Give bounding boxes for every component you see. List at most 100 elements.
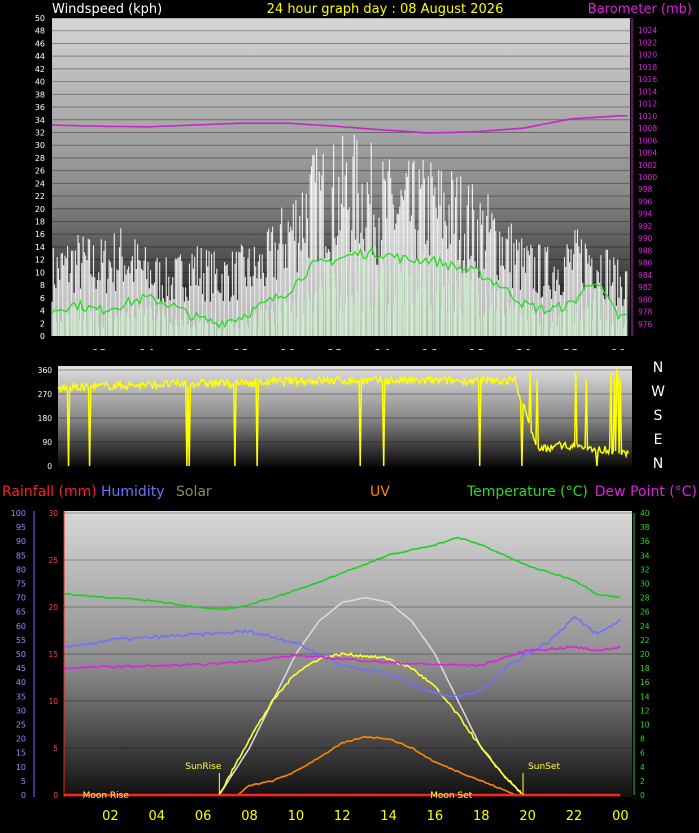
temperature-y-tick-label: 26 [640,608,650,617]
x-tick-label: 00 [612,809,629,824]
legend-dewpoint: Dew Point (°C) [595,484,697,500]
bottom-legend: Rainfall (mm) Humidity Solar UV Temperat… [2,484,697,500]
temperature-y-tick-label: 18 [640,664,650,673]
direction-y-tick-label: 270 [38,390,53,399]
humidity-y-tick-label: 15 [16,749,26,758]
humidity-y-tick-label: 75 [16,580,26,589]
sunrise-label: SunRise [185,762,222,772]
wind-y-tick-label: 26 [35,167,45,176]
humidity-y-tick-label: 90 [16,537,26,546]
wind-y-tick-label: 2 [40,319,45,328]
barometer-y-tick-label: 1014 [638,87,657,96]
x-tick-label: 14 [380,809,397,824]
wind-y-tick-label: 44 [35,52,45,61]
x-tick-label: 08 [241,809,258,824]
barometer-y-tick-label: 980 [638,295,653,304]
barometer-y-tick-label: 978 [638,308,653,317]
x-tick-label: 12 [334,809,351,824]
barometer-y-tick-label: 984 [638,271,653,280]
humidity-y-tick-label: 10 [16,763,26,772]
temperature-y-tick-label: 0 [640,791,645,800]
humidity-y-tick-label: 95 [16,523,26,532]
barometer-y-tick-label: 1010 [638,112,657,121]
x-tick-label: 22 [563,348,580,350]
x-tick-label: 16 [427,809,444,824]
barometer-y-tick-label: 1008 [638,124,657,133]
barometer-y-tick-label: 1012 [638,100,657,109]
compass-label: N [653,456,663,470]
temperature-y-tick-label: 34 [640,551,650,560]
x-tick-label: 10 [288,809,305,824]
wind-y-tick-label: 22 [35,192,45,201]
barometer-y-tick-label: 994 [638,210,653,219]
temperature-y-tick-label: 20 [640,650,650,659]
barometer-y-tick-label: 1024 [638,26,657,35]
humidity-y-tick-label: 50 [16,650,26,659]
rain-y-tick-label: 20 [48,603,58,612]
direction-y-tick-label: 180 [38,414,53,423]
x-tick-label: 16 [421,348,438,350]
x-tick-label: 14 [374,348,391,350]
wind-y-tick-label: 34 [35,116,45,125]
humidity-y-tick-label: 30 [16,706,26,715]
direction-y-tick-label: 0 [47,462,52,470]
temperature-y-tick-label: 4 [640,763,645,772]
temperature-y-tick-label: 2 [640,777,645,786]
humidity-y-tick-label: 70 [16,594,26,603]
barometer-y-tick-label: 1016 [638,75,657,84]
x-tick-label: 02 [102,809,119,824]
barometer-y-tick-label: 1002 [638,161,657,170]
barometer-y-tick-label: 986 [638,259,653,268]
x-tick-label: 10 [280,348,297,350]
x-tick-label: 08 [232,348,249,350]
sunset-label: SunSet [528,762,560,772]
temperature-y-tick-label: 40 [640,509,650,518]
humidity-y-tick-label: 55 [16,636,26,645]
wind-y-tick-label: 46 [35,39,45,48]
rain-y-tick-label: 25 [48,556,58,565]
wind-y-tick-label: 42 [35,65,45,74]
barometer-y-tick-label: 988 [638,246,653,255]
temperature-humidity-chart: SunRise SunSetMoon Rise Moon Set 051015202… [11,509,650,824]
temperature-y-tick-label: 14 [640,692,650,701]
x-tick-label: 20 [519,809,536,824]
x-tick-label: 04 [148,809,165,824]
x-tick-label: 04 [138,348,155,350]
x-tick-label: 18 [473,809,490,824]
barometer-y-tick-label: 1000 [638,173,657,182]
x-tick-label: 02 [91,348,108,350]
barometer-y-tick-label: 996 [638,197,653,206]
barometer-y-tick-label: 1022 [638,38,657,47]
barometer-y-tick-label: 998 [638,185,653,194]
humidity-y-tick-label: 25 [16,721,26,730]
temperature-y-tick-label: 12 [640,706,650,715]
wind-y-tick-label: 38 [35,90,45,99]
wind-y-tick-label: 28 [35,154,45,163]
wind-y-tick-label: 14 [35,243,45,252]
rain-y-tick-label: 30 [48,509,58,518]
temperature-y-tick-label: 8 [640,735,645,744]
legend-temperature: Temperature (°C) [466,484,588,500]
wind-y-tick-label: 36 [35,103,45,112]
compass-label: E [654,432,663,448]
legend-solar: Solar [176,484,212,500]
x-tick-label: 00 [610,348,627,350]
direction-y-tick-label: 90 [42,438,52,447]
wind-y-tick-label: 18 [35,218,45,227]
barometer-y-tick-label: 1018 [638,63,657,72]
rain-y-tick-label: 5 [53,744,58,753]
humidity-y-tick-label: 20 [16,735,26,744]
humidity-y-tick-label: 65 [16,608,26,617]
humidity-y-tick-label: 40 [16,678,26,687]
temperature-y-tick-label: 10 [640,721,650,730]
legend-uv: UV [370,484,390,500]
temperature-y-tick-label: 32 [640,565,650,574]
wind-y-tick-label: 32 [35,128,45,137]
barometer-y-tick-label: 992 [638,222,653,231]
x-tick-label: 06 [185,348,202,350]
humidity-y-tick-label: 35 [16,692,26,701]
wind-y-tick-label: 20 [35,205,45,214]
x-tick-label: 22 [566,809,583,824]
temperature-y-tick-label: 16 [640,678,650,687]
temperature-y-tick-label: 24 [640,622,650,631]
